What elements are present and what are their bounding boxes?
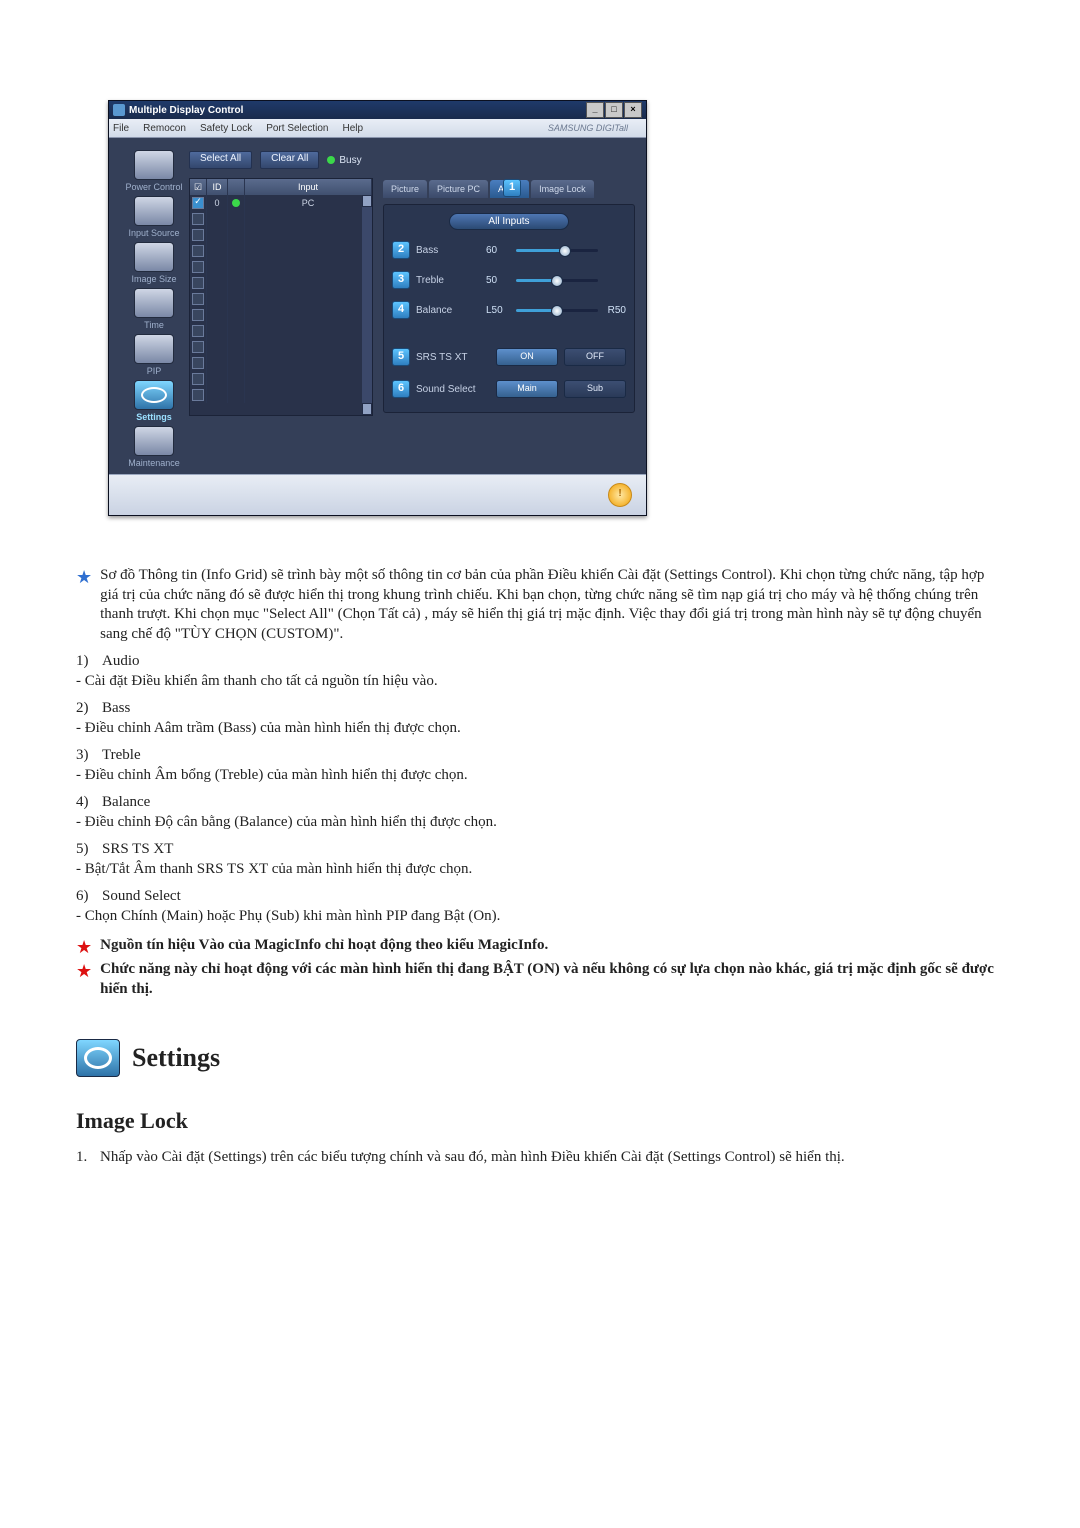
- brand-label: SAMSUNG DIGITall: [548, 123, 628, 133]
- menu-safety-lock[interactable]: Safety Lock: [200, 123, 252, 134]
- bass-slider[interactable]: [516, 244, 598, 256]
- toolbar: Select All Clear All Busy: [189, 150, 641, 170]
- menubar: File Remocon Safety Lock Port Selection …: [109, 119, 646, 138]
- list-item-6: 6) Sound Select: [76, 887, 1004, 907]
- list-item-2: 2) Bass: [76, 699, 1004, 719]
- sidebar: Power Control Input Source Image Size Ti…: [119, 150, 189, 468]
- menu-file[interactable]: File: [113, 123, 129, 134]
- tab-picture[interactable]: Picture: [383, 180, 427, 198]
- app-icon: [113, 104, 125, 116]
- balance-row: 4 Balance L50 R50: [392, 300, 626, 320]
- sound-select-row: 6 Sound Select Main Sub: [392, 378, 626, 400]
- callout-3: 3: [392, 271, 410, 289]
- treble-slider[interactable]: [516, 274, 598, 286]
- settings-panel: Picture Picture PC Audio Image Lock 1 Al…: [377, 178, 641, 416]
- scroll-up-button[interactable]: [362, 195, 372, 207]
- list-item-4: 4) Balance: [76, 793, 1004, 813]
- maintenance-icon: [134, 426, 174, 456]
- note-magicinfo: ★ Nguồn tín hiệu Vào của MagicInfo chỉ h…: [76, 936, 1004, 956]
- row-checkbox[interactable]: [192, 277, 204, 289]
- sidebar-item-pip[interactable]: PIP: [119, 334, 189, 376]
- callout-4: 4: [392, 301, 410, 319]
- row-checkbox[interactable]: [192, 309, 204, 321]
- row-checkbox[interactable]: [192, 229, 204, 241]
- close-button[interactable]: ×: [624, 102, 642, 118]
- sound-sub-button[interactable]: Sub: [564, 380, 626, 398]
- status-dot-icon: [232, 199, 240, 207]
- scroll-down-button[interactable]: [362, 403, 372, 415]
- sidebar-item-time[interactable]: Time: [119, 288, 189, 330]
- statusbar: !: [109, 474, 646, 515]
- maximize-button[interactable]: □: [605, 102, 623, 118]
- image-size-icon: [134, 242, 174, 272]
- busy-indicator: Busy: [327, 155, 361, 166]
- input-icon: [134, 196, 174, 226]
- busy-dot-icon: [327, 156, 335, 164]
- row-checkbox[interactable]: [192, 325, 204, 337]
- titlebar: Multiple Display Control _ □ ×: [109, 101, 646, 119]
- power-icon: [134, 150, 174, 180]
- time-icon: [134, 288, 174, 318]
- tab-image-lock[interactable]: Image Lock: [531, 180, 594, 198]
- srs-off-button[interactable]: OFF: [564, 348, 626, 366]
- subhead-image-lock: Image Lock: [76, 1107, 1004, 1136]
- sidebar-item-settings[interactable]: Settings: [119, 380, 189, 422]
- menu-help[interactable]: Help: [342, 123, 363, 134]
- select-all-button[interactable]: Select All: [189, 151, 252, 169]
- row-checkbox[interactable]: [192, 213, 204, 225]
- tab-picture-pc[interactable]: Picture PC: [429, 180, 488, 198]
- note-intro: ★ Sơ đồ Thông tin (Info Grid) sẽ trình b…: [76, 566, 1004, 644]
- grid-header-input: Input: [245, 179, 372, 195]
- callout-1: 1: [503, 179, 521, 197]
- menu-remocon[interactable]: Remocon: [143, 123, 186, 134]
- callout-6: 6: [392, 380, 410, 398]
- list-item-5: 5) SRS TS XT: [76, 840, 1004, 860]
- grid-header-id: ID: [207, 179, 228, 195]
- callout-5: 5: [392, 348, 410, 366]
- sidebar-item-image-size[interactable]: Image Size: [119, 242, 189, 284]
- treble-row: 3 Treble 50: [392, 270, 626, 290]
- star-icon: ★: [76, 568, 92, 644]
- grid-row-0[interactable]: 0 PC: [190, 195, 372, 211]
- row-checkbox[interactable]: [192, 341, 204, 353]
- settings-icon: [134, 380, 174, 410]
- sidebar-item-maintenance[interactable]: Maintenance: [119, 426, 189, 468]
- grid-header-status: [228, 179, 245, 195]
- grid-scrollbar[interactable]: [362, 195, 372, 415]
- info-grid: ☑ ID Input 0 PC: [189, 178, 373, 416]
- sidebar-item-input[interactable]: Input Source: [119, 196, 189, 238]
- row-checkbox[interactable]: [192, 389, 204, 401]
- row-checkbox[interactable]: [192, 357, 204, 369]
- window-title: Multiple Display Control: [129, 105, 243, 116]
- list-item-1: 1) Audio: [76, 652, 1004, 672]
- row-checkbox[interactable]: [192, 245, 204, 257]
- star-icon: ★: [76, 938, 92, 956]
- balance-slider[interactable]: [516, 304, 598, 316]
- srs-row: 5 SRS TS XT ON OFF: [392, 346, 626, 368]
- grid-header-checkbox[interactable]: ☑: [190, 179, 207, 195]
- clear-all-button[interactable]: Clear All: [260, 151, 319, 169]
- row-checkbox[interactable]: [192, 373, 204, 385]
- app-window: Multiple Display Control _ □ × File Remo…: [108, 100, 647, 516]
- srs-on-button[interactable]: ON: [496, 348, 558, 366]
- ordered-item-1: 1. Nhấp vào Cài đặt (Settings) trên các …: [76, 1148, 1004, 1168]
- pip-icon: [134, 334, 174, 364]
- callout-2: 2: [392, 241, 410, 259]
- all-inputs-button[interactable]: All Inputs: [449, 213, 568, 230]
- note-on: ★ Chức năng này chỉ hoạt động với các mà…: [76, 960, 1004, 999]
- bass-row: 2 Bass 60: [392, 240, 626, 260]
- warning-icon: !: [608, 483, 632, 507]
- row-checkbox[interactable]: [192, 261, 204, 273]
- list-item-3: 3) Treble: [76, 746, 1004, 766]
- row-checkbox[interactable]: [192, 197, 204, 209]
- star-icon: ★: [76, 962, 92, 999]
- row-checkbox[interactable]: [192, 293, 204, 305]
- menu-port-selection[interactable]: Port Selection: [266, 123, 328, 134]
- sidebar-item-power[interactable]: Power Control: [119, 150, 189, 192]
- minimize-button[interactable]: _: [586, 102, 604, 118]
- settings-section-icon: [76, 1039, 120, 1077]
- section-title-settings: Settings: [76, 1039, 1004, 1077]
- sound-main-button[interactable]: Main: [496, 380, 558, 398]
